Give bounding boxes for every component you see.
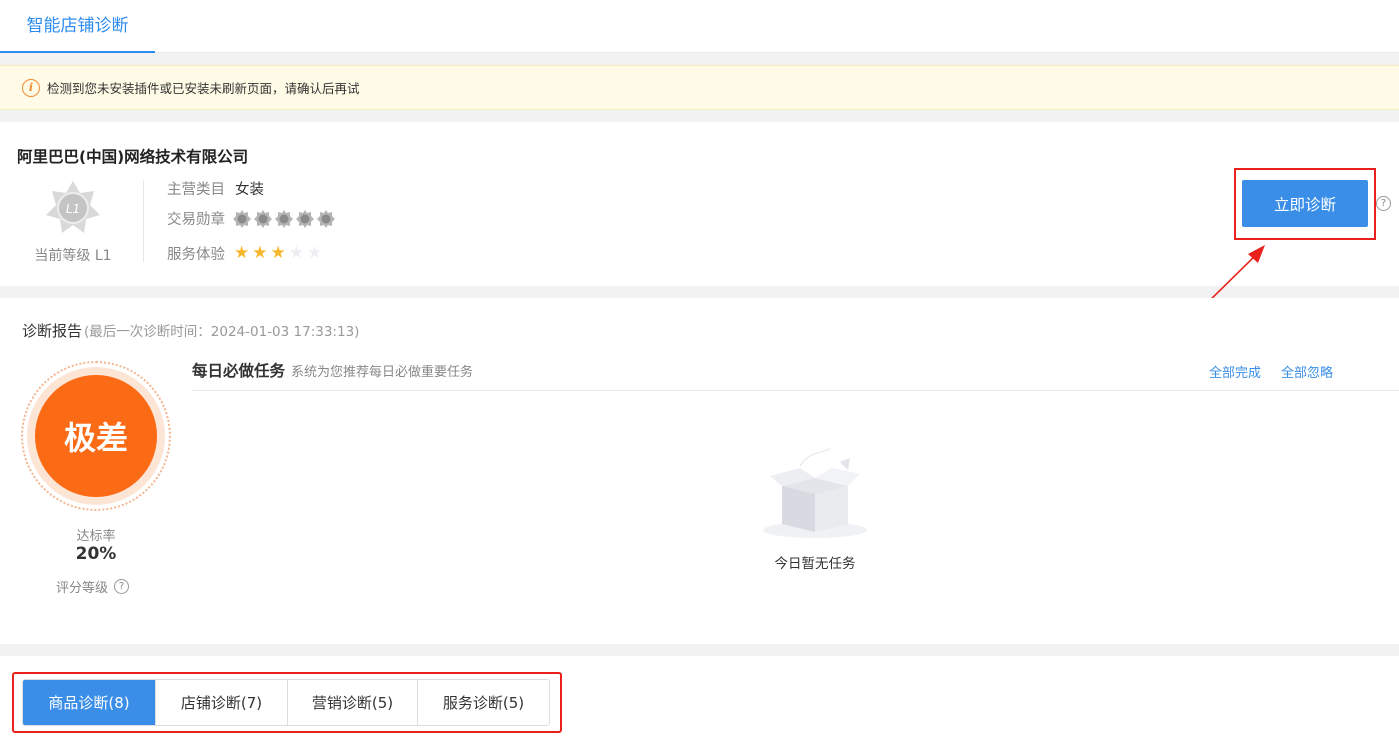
plugin-warning-text: 检测到您未安装插件或已安装未刷新页面，请确认后再试 bbox=[47, 81, 360, 96]
score-level-label: 评分等级 ? bbox=[56, 577, 130, 596]
pass-rate-label: 达标率 bbox=[76, 529, 116, 544]
diagnosis-report-card: 诊断报告 (最后一次诊断时间：2024-01-03 17:33:13) 极差 达标… bbox=[0, 298, 1399, 644]
medal-icon bbox=[317, 209, 335, 228]
star-filled-icon: ★ bbox=[252, 243, 268, 263]
tab-shop-diagnosis[interactable]: 店铺诊断(7) bbox=[155, 680, 287, 725]
trade-medal-list bbox=[233, 209, 335, 228]
star-empty-icon: ★ bbox=[288, 243, 304, 263]
pass-rate-value: 20% bbox=[75, 544, 117, 564]
medal-icon bbox=[296, 209, 314, 228]
main-category-value: 女装 bbox=[235, 182, 264, 198]
report-title-text: 诊断报告 bbox=[22, 322, 83, 340]
trade-medal-row: 交易勋章 bbox=[167, 208, 335, 229]
plugin-warning-banner: i 检测到您未安装插件或已安装未刷新页面，请确认后再试 bbox=[0, 65, 1399, 110]
main-category-row: 主营类目 女装 bbox=[167, 178, 264, 199]
star-empty-icon: ★ bbox=[307, 243, 323, 263]
divider bbox=[143, 180, 144, 262]
main-category-label: 主营类目 bbox=[167, 182, 225, 198]
empty-box-icon bbox=[763, 448, 867, 538]
level-badge-icon: L1 bbox=[46, 181, 100, 233]
tab-marketing-diagnosis[interactable]: 营销诊断(5) bbox=[287, 680, 417, 725]
daily-tasks-header: 每日必做任务 系统为您推荐每日必做重要任务 全部完成 全部忽略 bbox=[192, 357, 1399, 391]
tab-service-diagnosis[interactable]: 服务诊断(5) bbox=[417, 680, 549, 725]
score-level-text: 评分等级 bbox=[56, 581, 109, 596]
medal-icon bbox=[254, 209, 272, 228]
shop-name: 阿里巴巴(中国)网络技术有限公司 bbox=[17, 148, 249, 166]
diagnose-now-button[interactable]: 立即诊断 bbox=[1242, 180, 1368, 227]
star-filled-icon: ★ bbox=[234, 243, 250, 263]
trade-medal-label: 交易勋章 bbox=[167, 212, 225, 228]
tab-product-diagnosis[interactable]: 商品诊断(8) bbox=[23, 680, 155, 725]
last-diagnosis-time: (最后一次诊断时间：2024-01-03 17:33:13) bbox=[84, 324, 360, 340]
service-rating-row: 服务体验 ★ ★ ★ ★ ★ bbox=[167, 243, 322, 264]
info-icon: i bbox=[22, 78, 40, 97]
help-icon[interactable]: ? bbox=[114, 579, 130, 594]
help-icon[interactable]: ? bbox=[1376, 196, 1391, 211]
daily-tasks-subtitle: 系统为您推荐每日必做重要任务 bbox=[291, 365, 474, 380]
service-rating-label: 服务体验 bbox=[167, 247, 225, 263]
grade-value: 极差 bbox=[35, 375, 157, 497]
star-filled-icon: ★ bbox=[270, 243, 286, 263]
grade-circle: 极差 bbox=[21, 361, 171, 511]
daily-tasks-title: 每日必做任务 系统为您推荐每日必做重要任务 bbox=[192, 359, 473, 381]
medal-icon bbox=[275, 209, 293, 228]
ignore-all-link[interactable]: 全部忽略 bbox=[1281, 362, 1333, 381]
diagnosis-tabs-card: 商品诊断(8) 店铺诊断(7) 营销诊断(5) 服务诊断(5) bbox=[0, 656, 1399, 748]
level-badge-label: L1 bbox=[66, 202, 80, 216]
report-title: 诊断报告 (最后一次诊断时间：2024-01-03 17:33:13) bbox=[22, 320, 359, 341]
service-rating-stars: ★ ★ ★ ★ ★ bbox=[234, 245, 322, 262]
daily-tasks-title-text: 每日必做任务 bbox=[192, 362, 286, 380]
diagnosis-tab-bar: 商品诊断(8) 店铺诊断(7) 营销诊断(5) 服务诊断(5) bbox=[22, 679, 550, 726]
tab-smart-shop-diagnosis[interactable]: 智能店铺诊断 bbox=[0, 0, 155, 53]
top-bar: 智能店铺诊断 bbox=[0, 0, 1399, 53]
current-level-text: 当前等级 L1 bbox=[34, 248, 112, 264]
grade-circle-ring: 极差 bbox=[27, 367, 165, 505]
complete-all-link[interactable]: 全部完成 bbox=[1209, 362, 1261, 381]
medal-icon bbox=[233, 209, 251, 228]
empty-tasks-text: 今日暂无任务 bbox=[774, 556, 856, 572]
